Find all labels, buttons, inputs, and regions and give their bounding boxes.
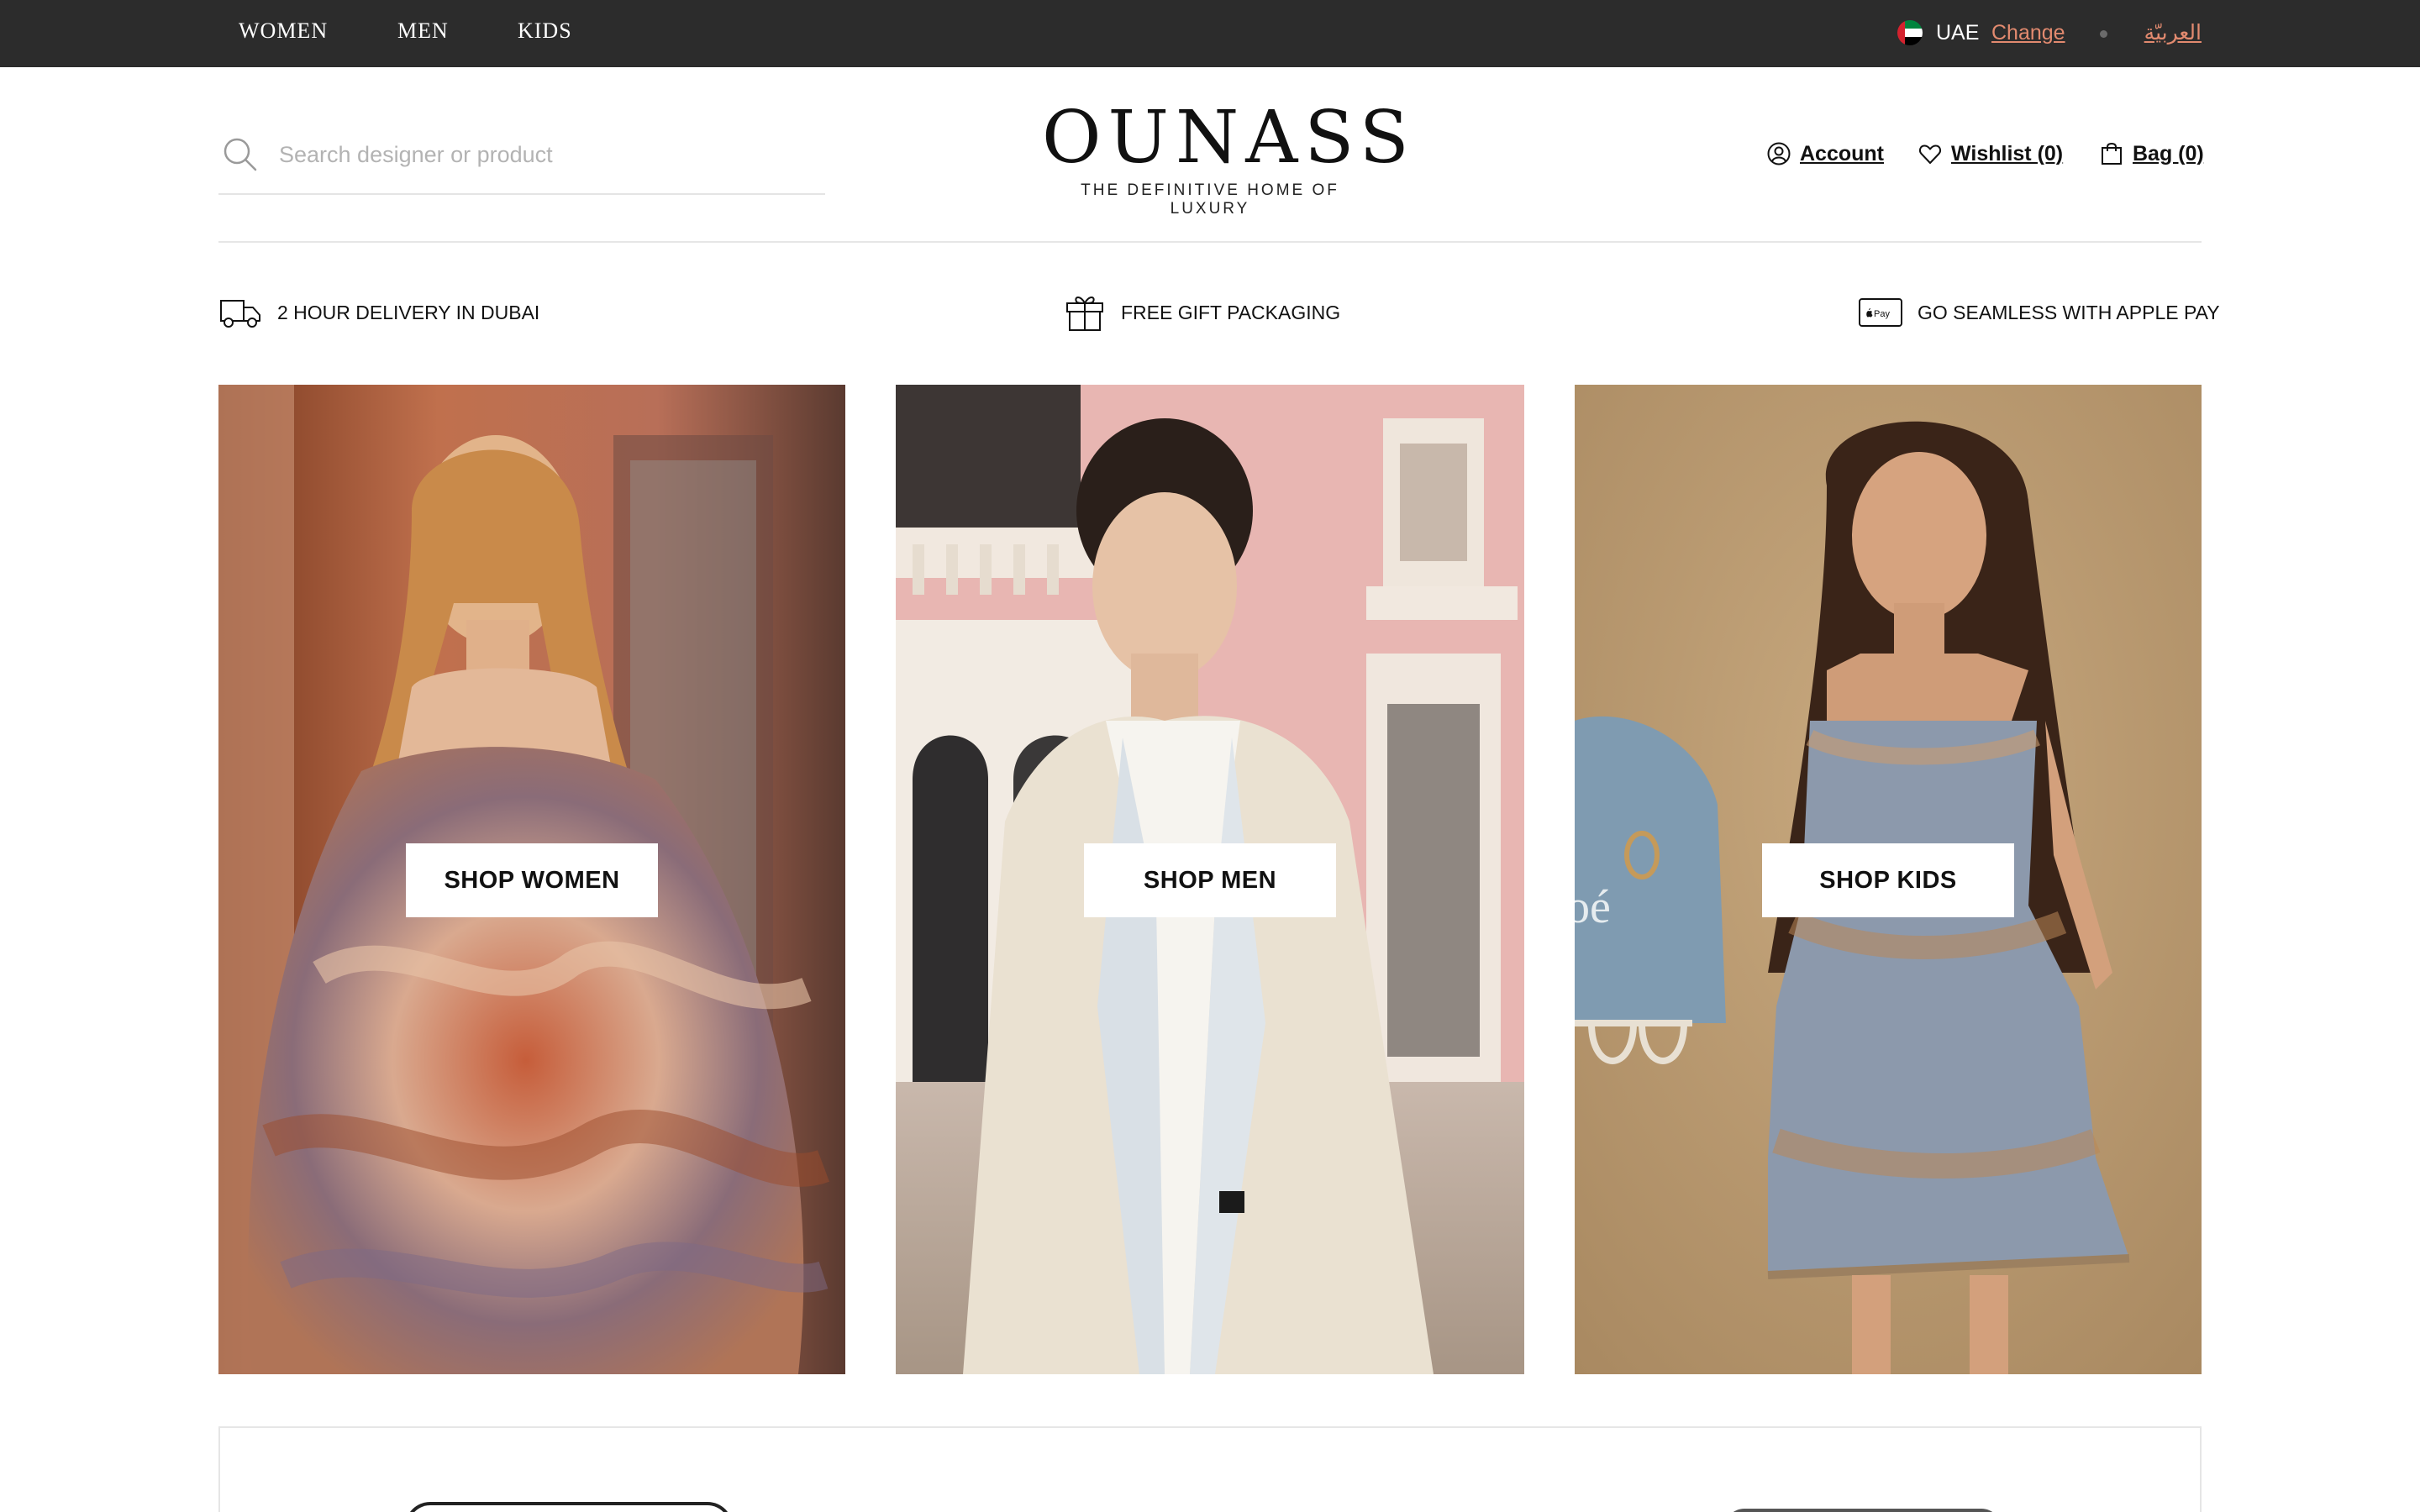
topnav-women[interactable]: WOMEN xyxy=(239,17,328,45)
product-image-edge xyxy=(1724,1509,2002,1512)
topnav-kids[interactable]: KIDS xyxy=(518,17,572,45)
site-logo[interactable]: OUNASS THE DEFINITIVE HOME OF LUXURY xyxy=(1042,96,1416,218)
usp-applepay-label: GO SEAMLESS WITH APPLE PAY xyxy=(1918,301,2220,323)
usp-delivery: 2 HOUR DELIVERY IN DUBAI xyxy=(218,291,539,334)
usp-applepay: Pay GO SEAMLESS WITH APPLE PAY xyxy=(1859,291,2220,334)
bag-link[interactable]: Bag (0) xyxy=(2099,139,2204,168)
gift-box-icon xyxy=(1066,297,1103,331)
country-label: UAE xyxy=(1936,21,1980,45)
uae-flag-icon xyxy=(1897,20,1923,45)
shop-kids-button[interactable]: SHOP KIDS xyxy=(1762,843,2014,917)
wishlist-link[interactable]: Wishlist (0) xyxy=(1918,139,2063,168)
tile-kids[interactable]: oé SHOP KIDS xyxy=(1575,385,2202,1374)
separator-dot xyxy=(2100,30,2107,38)
top-bar: WOMEN MEN KIDS UAE Change العربيّة xyxy=(0,0,2420,67)
account-link[interactable]: Account xyxy=(1766,139,1884,168)
usp-gift: FREE GIFT PACKAGING xyxy=(1064,291,1340,334)
logo-tagline: THE DEFINITIVE HOME OF LUXURY xyxy=(1081,181,1339,218)
bag-label: Bag (0) xyxy=(2133,141,2204,165)
language-switch-link[interactable]: العربيّة xyxy=(2139,18,2202,47)
topnav-men[interactable]: MEN xyxy=(397,17,449,45)
promo-panel xyxy=(218,1426,2202,1512)
tile-men[interactable]: SHOP MEN xyxy=(896,385,1524,1374)
product-image-edge xyxy=(405,1502,733,1512)
usp-gift-label: FREE GIFT PACKAGING xyxy=(1121,301,1341,323)
usp-delivery-label: 2 HOUR DELIVERY IN DUBAI xyxy=(277,301,540,323)
shop-women-button[interactable]: SHOP WOMEN xyxy=(406,843,658,917)
tile-women[interactable]: SHOP WOMEN xyxy=(218,385,845,1374)
kids-bag-logo-text: oé xyxy=(1575,881,1611,933)
apple-pay-badge-text: Pay xyxy=(1874,309,1890,319)
search-bar xyxy=(218,126,825,195)
delivery-van-icon xyxy=(220,300,260,328)
heart-icon xyxy=(1918,144,1942,164)
header-divider xyxy=(218,241,2202,243)
logo-wordmark: OUNASS xyxy=(1042,96,1416,180)
shop-men-button[interactable]: SHOP MEN xyxy=(1084,843,1336,917)
wishlist-label: Wishlist (0) xyxy=(1951,141,2064,165)
apple-pay-icon: Pay xyxy=(1859,298,1902,327)
search-input[interactable] xyxy=(279,136,817,173)
search-icon[interactable] xyxy=(222,136,259,173)
shopping-bag-icon xyxy=(2102,142,2122,165)
account-label: Account xyxy=(1800,141,1884,165)
user-circle-icon xyxy=(1767,142,1791,165)
change-country-link[interactable]: Change xyxy=(1991,18,2065,47)
